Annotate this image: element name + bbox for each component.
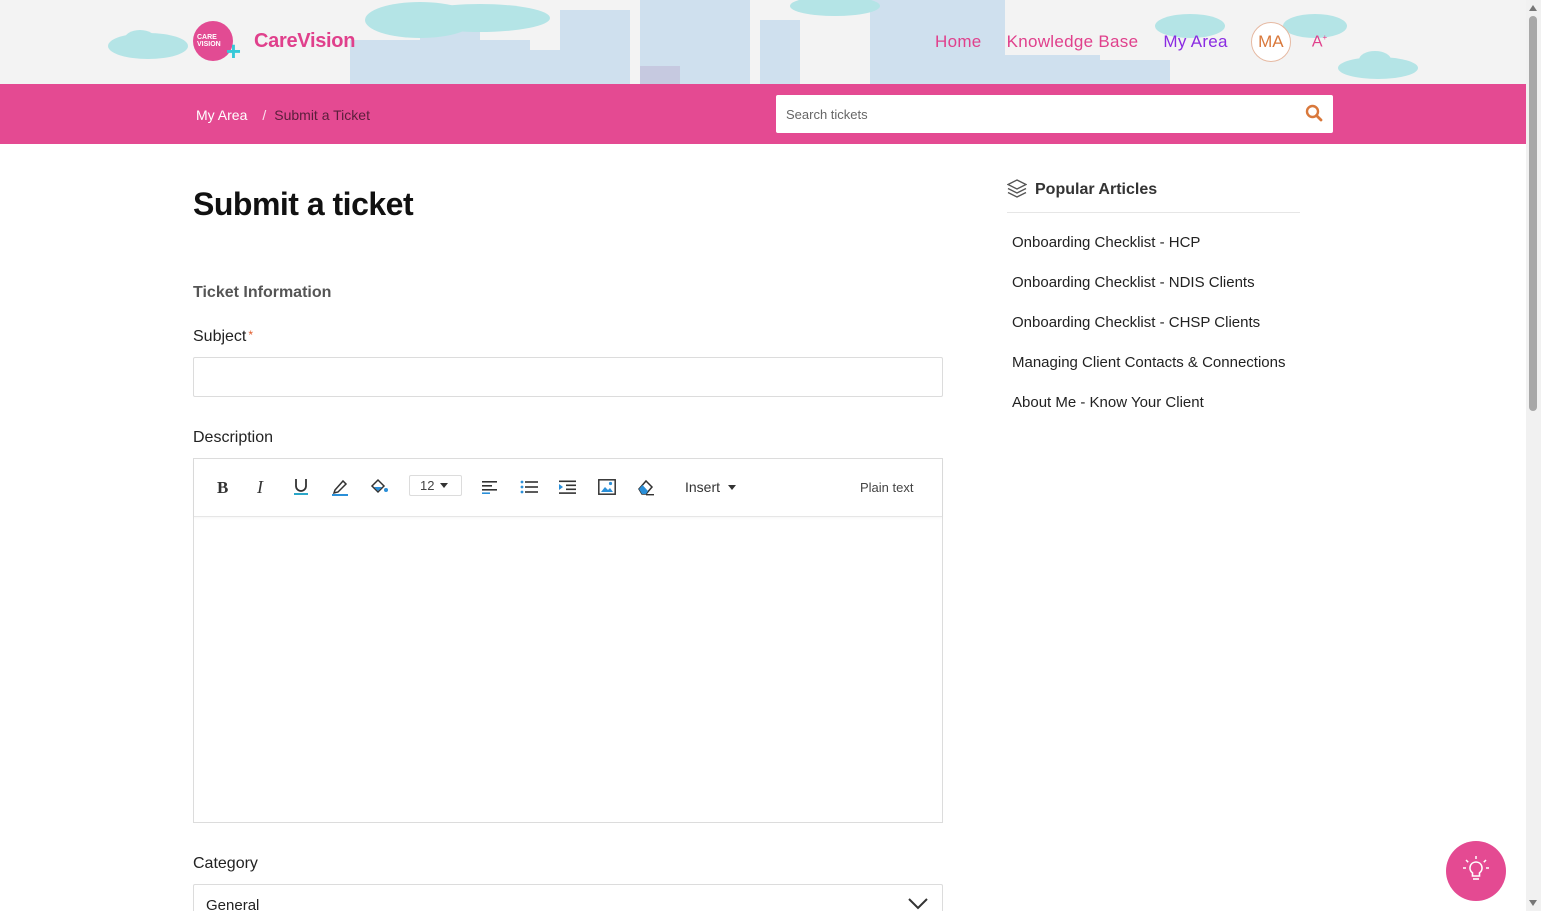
scroll-down-arrow-icon[interactable]: [1529, 900, 1537, 906]
main-nav: Home Knowledge Base My Area MA A+: [935, 22, 1327, 62]
search-input[interactable]: [776, 95, 1286, 133]
popular-articles-header: Popular Articles: [1006, 179, 1300, 213]
nav-home[interactable]: Home: [935, 32, 982, 52]
section-title: Ticket Information: [193, 284, 332, 301]
subject-label: Subject *: [193, 328, 254, 345]
caret-down-icon: [440, 483, 449, 488]
editor-toolbar: B I 12 Insert Plain text: [194, 459, 942, 517]
nav-my-area[interactable]: My Area: [1163, 32, 1227, 52]
bold-icon[interactable]: B: [212, 476, 234, 498]
user-avatar[interactable]: MA: [1250, 22, 1291, 62]
eraser-icon[interactable]: [635, 476, 657, 498]
popular-articles-title: Popular Articles: [1035, 181, 1158, 198]
svg-text:I: I: [256, 479, 264, 495]
breadcrumb: My Area / Submit a Ticket: [196, 107, 370, 123]
caret-down-icon: [728, 484, 737, 490]
brand-logo[interactable]: CARE VISION + CareVision: [193, 21, 356, 64]
article-link[interactable]: Managing Client Contacts & Connections: [1012, 353, 1286, 393]
chevron-down-icon: [908, 897, 928, 911]
indent-icon[interactable]: [557, 476, 579, 498]
scrollbar-thumb[interactable]: [1529, 16, 1537, 411]
article-link[interactable]: Onboarding Checklist - CHSP Clients: [1012, 313, 1286, 353]
popular-articles-list: Onboarding Checklist - HCP Onboarding Ch…: [1012, 233, 1286, 433]
search-box: [776, 95, 1333, 133]
nav-knowledge-base[interactable]: Knowledge Base: [1007, 32, 1139, 52]
image-icon[interactable]: [596, 476, 618, 498]
plain-text-toggle[interactable]: Plain text: [860, 480, 913, 495]
category-select[interactable]: General: [193, 884, 943, 911]
font-size-select[interactable]: 12: [409, 475, 462, 496]
italic-icon[interactable]: I: [251, 476, 273, 498]
align-left-icon[interactable]: [479, 476, 501, 498]
subject-input[interactable]: [193, 357, 943, 397]
scroll-up-arrow-icon[interactable]: [1529, 5, 1537, 11]
lightbulb-icon: [1463, 855, 1489, 888]
editor-content-area[interactable]: [194, 517, 942, 822]
category-selected-value: General: [206, 897, 260, 911]
breadcrumb-current: Submit a Ticket: [274, 107, 370, 123]
underline-icon[interactable]: [290, 476, 312, 498]
article-link[interactable]: Onboarding Checklist - HCP: [1012, 233, 1286, 273]
page-title: Submit a ticket: [193, 186, 414, 222]
fill-color-icon[interactable]: [368, 476, 390, 498]
insert-menu[interactable]: Insert: [685, 479, 737, 495]
search-icon[interactable]: [1305, 104, 1325, 124]
bullet-list-icon[interactable]: [518, 476, 540, 498]
article-link[interactable]: Onboarding Checklist - NDIS Clients: [1012, 273, 1286, 313]
site-header: CARE VISION + CareVision Home Knowledge …: [0, 0, 1526, 84]
svg-text:B: B: [217, 479, 228, 495]
page-scrollbar[interactable]: [1526, 0, 1541, 911]
article-link[interactable]: About Me - Know Your Client: [1012, 393, 1286, 433]
required-mark: *: [248, 328, 254, 342]
breadcrumb-bar: My Area / Submit a Ticket: [0, 84, 1526, 144]
logo-badge-icon: CARE VISION +: [193, 21, 241, 64]
category-label: Category: [193, 855, 258, 872]
text-color-icon[interactable]: [329, 476, 351, 498]
font-size-toggle[interactable]: A+: [1312, 33, 1327, 51]
layers-icon: [1006, 179, 1028, 204]
description-editor: B I 12 Insert Plain text: [193, 458, 943, 823]
description-label: Description: [193, 429, 274, 446]
breadcrumb-separator: /: [262, 107, 267, 123]
breadcrumb-my-area[interactable]: My Area: [196, 107, 247, 123]
brand-name: CareVision: [254, 29, 356, 52]
help-fab-button[interactable]: [1446, 841, 1506, 901]
